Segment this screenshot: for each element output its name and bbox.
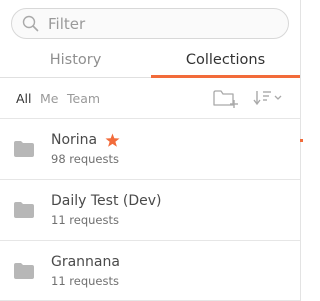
panel-edge-marker	[300, 139, 303, 142]
collections-sidebar: History Collections All Me Team Norina	[0, 0, 303, 301]
collection-name: Grannana	[51, 254, 120, 270]
collection-name: Norina	[51, 132, 98, 148]
collection-item[interactable]: Daily Test (Dev) 11 requests	[0, 179, 300, 240]
filter-me[interactable]: Me	[40, 91, 58, 106]
sidebar-tabs: History Collections	[0, 44, 300, 78]
panel-divider	[300, 0, 301, 301]
folder-icon	[14, 263, 34, 279]
collection-request-count: 11 requests	[51, 213, 119, 227]
search-input[interactable]	[48, 13, 278, 35]
tab-collections[interactable]: Collections	[151, 44, 300, 78]
collection-item[interactable]: Grannana 11 requests	[0, 240, 300, 301]
search-icon	[22, 15, 39, 32]
collection-name: Daily Test (Dev)	[51, 193, 162, 209]
new-folder-icon[interactable]	[212, 87, 240, 109]
star-icon[interactable]	[105, 133, 120, 148]
search-box[interactable]	[11, 8, 289, 39]
collection-request-count: 11 requests	[51, 274, 119, 288]
active-tab-indicator	[151, 75, 300, 78]
collections-list: Norina 98 requests Daily Test (Dev) 11 r…	[0, 118, 300, 301]
folder-icon	[14, 141, 34, 157]
tab-history[interactable]: History	[0, 44, 151, 78]
filter-team[interactable]: Team	[67, 91, 100, 106]
folder-icon	[14, 202, 34, 218]
collection-filter-bar: All Me Team	[0, 86, 300, 112]
sort-icon[interactable]	[253, 88, 285, 108]
collection-request-count: 98 requests	[51, 152, 119, 166]
collection-item[interactable]: Norina 98 requests	[0, 118, 300, 179]
filter-all[interactable]: All	[16, 91, 32, 106]
